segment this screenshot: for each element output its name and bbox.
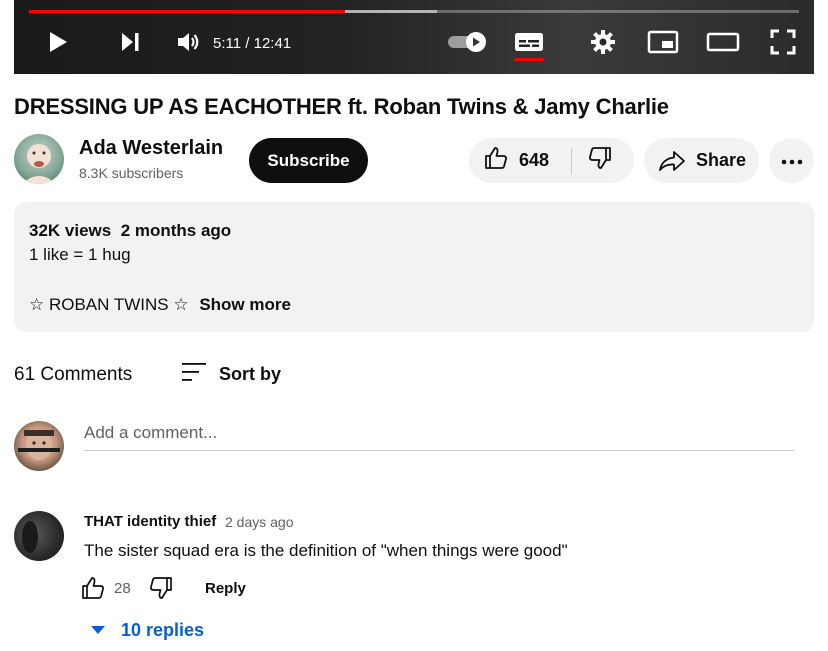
play-icon — [47, 30, 69, 59]
caret-down-icon — [90, 622, 106, 640]
volume-icon — [176, 30, 202, 59]
share-icon — [658, 149, 686, 173]
commenter-avatar[interactable] — [14, 511, 64, 561]
channel-avatar[interactable] — [14, 134, 64, 184]
play-button[interactable] — [44, 30, 72, 58]
gear-icon — [590, 29, 616, 60]
share-button[interactable]: Share — [644, 138, 759, 183]
more-actions-button[interactable] — [769, 138, 814, 183]
captions-active-indicator — [514, 58, 544, 61]
thumbs-up-icon — [483, 145, 509, 176]
comment-time[interactable]: 2 days ago — [225, 514, 294, 530]
subscriber-count: 8.3K subscribers — [79, 165, 184, 181]
description-box[interactable]: 32K views 2 months ago 1 like = 1 hug ☆ … — [14, 202, 814, 332]
video-title: DRESSING UP AS EACHOTHER ft. Roban Twins… — [14, 94, 669, 119]
captions-button[interactable] — [514, 30, 544, 58]
channel-name[interactable]: Ada Westerlain — [79, 137, 223, 160]
comment-like-count: 28 — [114, 580, 131, 597]
autoplay-toggle[interactable] — [446, 30, 492, 58]
comments-count: 61 Comments — [14, 364, 133, 385]
replies-label: 10 replies — [121, 620, 205, 640]
upload-age: 2 months ago — [120, 221, 232, 240]
fullscreen-icon — [770, 29, 796, 60]
view-replies-button[interactable]: 10 replies — [90, 620, 204, 641]
theater-mode-icon — [706, 29, 740, 60]
like-count: 648 — [519, 150, 550, 170]
time-display: 5:11 / 12:41 — [213, 35, 291, 52]
video-player[interactable]: 5:11 / 12:41 — [14, 0, 814, 74]
time-separator: / — [241, 35, 254, 52]
next-button[interactable] — [116, 30, 144, 58]
comment-like-button[interactable] — [80, 575, 106, 606]
reply-button[interactable]: Reply — [205, 580, 246, 597]
thumbs-down-icon — [148, 575, 174, 606]
dislike-button[interactable] — [587, 145, 613, 176]
captions-icon — [514, 30, 544, 59]
show-more-link[interactable]: Show more — [199, 295, 291, 314]
comment-text: The sister squad era is the definition o… — [84, 541, 568, 560]
skip-next-icon — [118, 31, 142, 58]
more-horizontal-icon — [780, 152, 804, 170]
view-count: 32K views — [29, 221, 112, 240]
volume-button[interactable] — [175, 30, 203, 58]
fullscreen-button[interactable] — [769, 29, 797, 60]
thumbs-down-icon — [587, 145, 613, 176]
subscribe-button[interactable]: Subscribe — [249, 138, 368, 183]
theater-mode-button[interactable] — [706, 30, 740, 58]
progress-played — [29, 10, 345, 13]
comment-dislike-button[interactable] — [148, 575, 174, 606]
current-time: 5:11 — [213, 35, 242, 52]
like-button[interactable]: 648 — [469, 138, 549, 183]
thumbs-up-icon — [80, 575, 106, 606]
settings-button[interactable] — [589, 29, 617, 60]
add-comment-input[interactable]: Add a comment... — [84, 423, 794, 451]
like-dislike-bar: 648 — [469, 138, 634, 183]
sort-button[interactable]: Sort by — [181, 361, 281, 388]
share-label: Share — [696, 150, 747, 170]
duration: 12:41 — [253, 35, 292, 52]
sort-label: Sort by — [219, 364, 282, 384]
miniplayer-icon — [647, 29, 679, 60]
sort-icon — [181, 361, 207, 388]
description-text: 1 like = 1 hug — [29, 245, 131, 264]
progress-bar[interactable] — [29, 10, 799, 13]
autoplay-toggle-icon — [446, 30, 492, 59]
comment-author[interactable]: THAT identity thief — [84, 513, 216, 530]
miniplayer-button[interactable] — [647, 30, 679, 58]
user-avatar — [14, 421, 64, 471]
like-separator — [571, 147, 573, 174]
description-meta: 32K views 2 months ago — [29, 221, 231, 241]
description-tagline-row: ☆ ROBAN TWINS ☆ Show more — [29, 295, 291, 315]
description-tagline: ☆ ROBAN TWINS ☆ — [29, 295, 189, 314]
